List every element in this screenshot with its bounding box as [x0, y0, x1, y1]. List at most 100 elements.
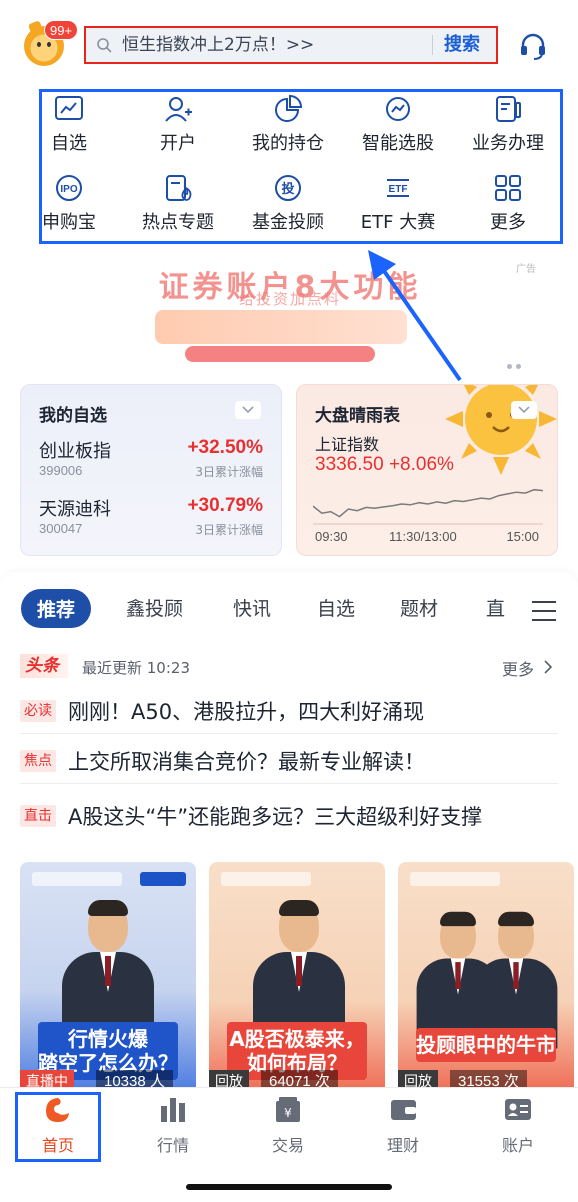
brand-logo [221, 872, 311, 886]
pie-chart-icon [275, 95, 303, 122]
function-business[interactable]: 业务办理 [453, 95, 563, 165]
content-tabs: 推荐 鑫投顾 快讯 自选 题材 直 [0, 572, 578, 652]
tab-watchlist[interactable]: 自选 [317, 594, 355, 621]
search-button[interactable]: 搜索 [444, 28, 480, 62]
stock-change: +32.50% [187, 437, 263, 458]
news-item[interactable]: 焦点 上交所取消集合竞价？最新专业解读！ [20, 738, 558, 784]
sun-icon [445, 385, 557, 475]
banner-cta-button[interactable] [185, 346, 375, 362]
stock-change-note: 3日累计涨幅 [195, 465, 263, 479]
banner-ad-label: 广告 [516, 264, 536, 275]
news-item[interactable]: 必读 刚刚！A50、港股拉升，四大利好涌现 [20, 688, 558, 734]
customer-service-headset-icon[interactable] [517, 30, 549, 62]
svg-text:投: 投 [281, 181, 294, 197]
video-title: 投顾眼中的牛市 [416, 1033, 556, 1057]
carousel-dots [507, 354, 527, 369]
search-input[interactable]: 恒生指数冲上2万点！>> [122, 28, 314, 62]
stock-name[interactable]: 创业板指 [39, 437, 111, 463]
svg-text:ETF: ETF [389, 184, 408, 195]
nav-wealth[interactable]: 理财 [363, 1096, 443, 1156]
chevron-down-icon [242, 406, 254, 414]
index-value: 3336.50 +8.06% [315, 454, 454, 475]
chart-line-icon [55, 96, 83, 120]
more-link[interactable]: 更多 [502, 656, 534, 680]
market-dropdown[interactable] [511, 401, 537, 419]
tab-advisor[interactable]: 鑫投顾 [126, 594, 183, 621]
function-hot-topics[interactable]: 热点专题 [123, 174, 233, 244]
index-sparkline [313, 488, 543, 525]
function-label: ETF 大赛 [360, 212, 436, 233]
home-nav-highlight [15, 1092, 101, 1162]
etf-icon: ETF [387, 179, 409, 197]
function-label: 基金投顾 [252, 212, 324, 233]
last-updated: 最近更新 10:23 [82, 659, 190, 677]
svg-text:IPO: IPO [60, 184, 77, 195]
function-label: 开户 [160, 133, 196, 154]
avatar-ear-left [27, 20, 45, 38]
document-pen-icon [496, 96, 521, 122]
video-card[interactable]: A股否极泰来， 如何布局？ 回放 64071 次 [209, 862, 385, 1094]
news-item[interactable]: 直击 A股这头“牛”还能跑多远？三大超级利好支撑 [20, 793, 558, 839]
function-watchlist[interactable]: 自选 [14, 95, 124, 165]
nav-label: 账户 [501, 1136, 534, 1155]
video-card[interactable]: 行情火爆 踏空了怎么办？ 直播中 10338 人 [20, 862, 196, 1094]
function-label: 我的持仓 [252, 133, 324, 154]
stock-change: +30.79% [187, 495, 263, 516]
stock-code: 399006 [39, 463, 83, 478]
search-icon [97, 38, 112, 53]
function-ipo[interactable]: IPO 申购宝 [14, 174, 124, 244]
grid-more-icon [495, 175, 521, 201]
tab-live[interactable]: 直 [486, 594, 505, 621]
time-mid: 11:30/13:00 [389, 529, 457, 544]
smart-pick-icon [386, 97, 410, 121]
wallet-icon [391, 1100, 416, 1120]
svg-text:¥: ¥ [284, 1106, 292, 1120]
function-etf-contest[interactable]: ETF ETF 大赛 [343, 174, 453, 244]
tab-theme[interactable]: 题材 [400, 594, 438, 621]
function-label: 自选 [51, 133, 87, 154]
nav-market[interactable]: 行情 [133, 1096, 213, 1156]
avatar-face [36, 42, 52, 52]
news-text: 刚刚！A50、港股拉升，四大利好涌现 [68, 700, 425, 724]
stock-change-note: 3日累计涨幅 [195, 523, 263, 537]
home-indicator-bar[interactable] [186, 1184, 392, 1190]
function-smart-pick[interactable]: 智能选股 [343, 95, 453, 165]
function-open-account[interactable]: 开户 [123, 95, 233, 165]
index-name: 上证指数 [315, 435, 380, 454]
time-start: 09:30 [315, 529, 348, 544]
nav-trade[interactable]: ¥ 交易 [248, 1096, 328, 1156]
nav-account[interactable]: 账户 [478, 1096, 558, 1156]
function-fund-advisor[interactable]: 投 基金投顾 [233, 174, 343, 244]
headlines-logo-text: 头条 [25, 656, 59, 676]
video-card[interactable]: 投顾眼中的牛市 回放 31553 次 [398, 862, 574, 1094]
menu-icon[interactable] [532, 600, 556, 622]
chevron-right-icon[interactable] [543, 660, 553, 674]
search-bar[interactable]: 恒生指数冲上2万点！>> 搜索 [84, 26, 498, 64]
nav-label: 行情 [156, 1136, 189, 1155]
news-text: A股这头“牛”还能跑多远？三大超级利好支撑 [68, 805, 483, 829]
tab-flash[interactable]: 快讯 [233, 594, 271, 621]
market-bars-icon [161, 1098, 185, 1122]
nav-label: 交易 [271, 1136, 304, 1155]
ipo-icon: IPO [56, 175, 82, 201]
trade-icon: ¥ [276, 1097, 300, 1122]
function-more[interactable]: 更多 [453, 174, 563, 244]
function-holdings[interactable]: 我的持仓 [233, 95, 343, 165]
add-user-icon [165, 97, 192, 122]
watchlist-card[interactable]: 我的自选 创业板指 399006 +32.50% 3日累计涨幅 天源迪科 300… [20, 384, 282, 556]
video-title: 行情火爆 [68, 1027, 148, 1051]
news-tag: 直击 [20, 805, 56, 827]
stock-code: 300047 [39, 521, 83, 536]
watchlist-dropdown[interactable] [235, 401, 261, 419]
market-weather-card[interactable]: 大盘晴雨表 上证指数 3336.50 +8.06% 09:30 11:30/13… [296, 384, 558, 556]
stock-name[interactable]: 天源迪科 [39, 495, 111, 521]
annotation-arrow [368, 250, 462, 382]
news-text: 上交所取消集合竞价？最新专业解读！ [68, 750, 425, 774]
function-label: 智能选股 [362, 133, 434, 154]
video-title: A股否极泰来， [229, 1027, 365, 1051]
function-label: 热点专题 [142, 212, 214, 233]
tab-recommend[interactable]: 推荐 [21, 589, 92, 628]
nav-label: 理财 [386, 1136, 419, 1155]
watchlist-title: 我的自选 [39, 406, 107, 426]
headlines-logo: 头条 [20, 654, 68, 678]
